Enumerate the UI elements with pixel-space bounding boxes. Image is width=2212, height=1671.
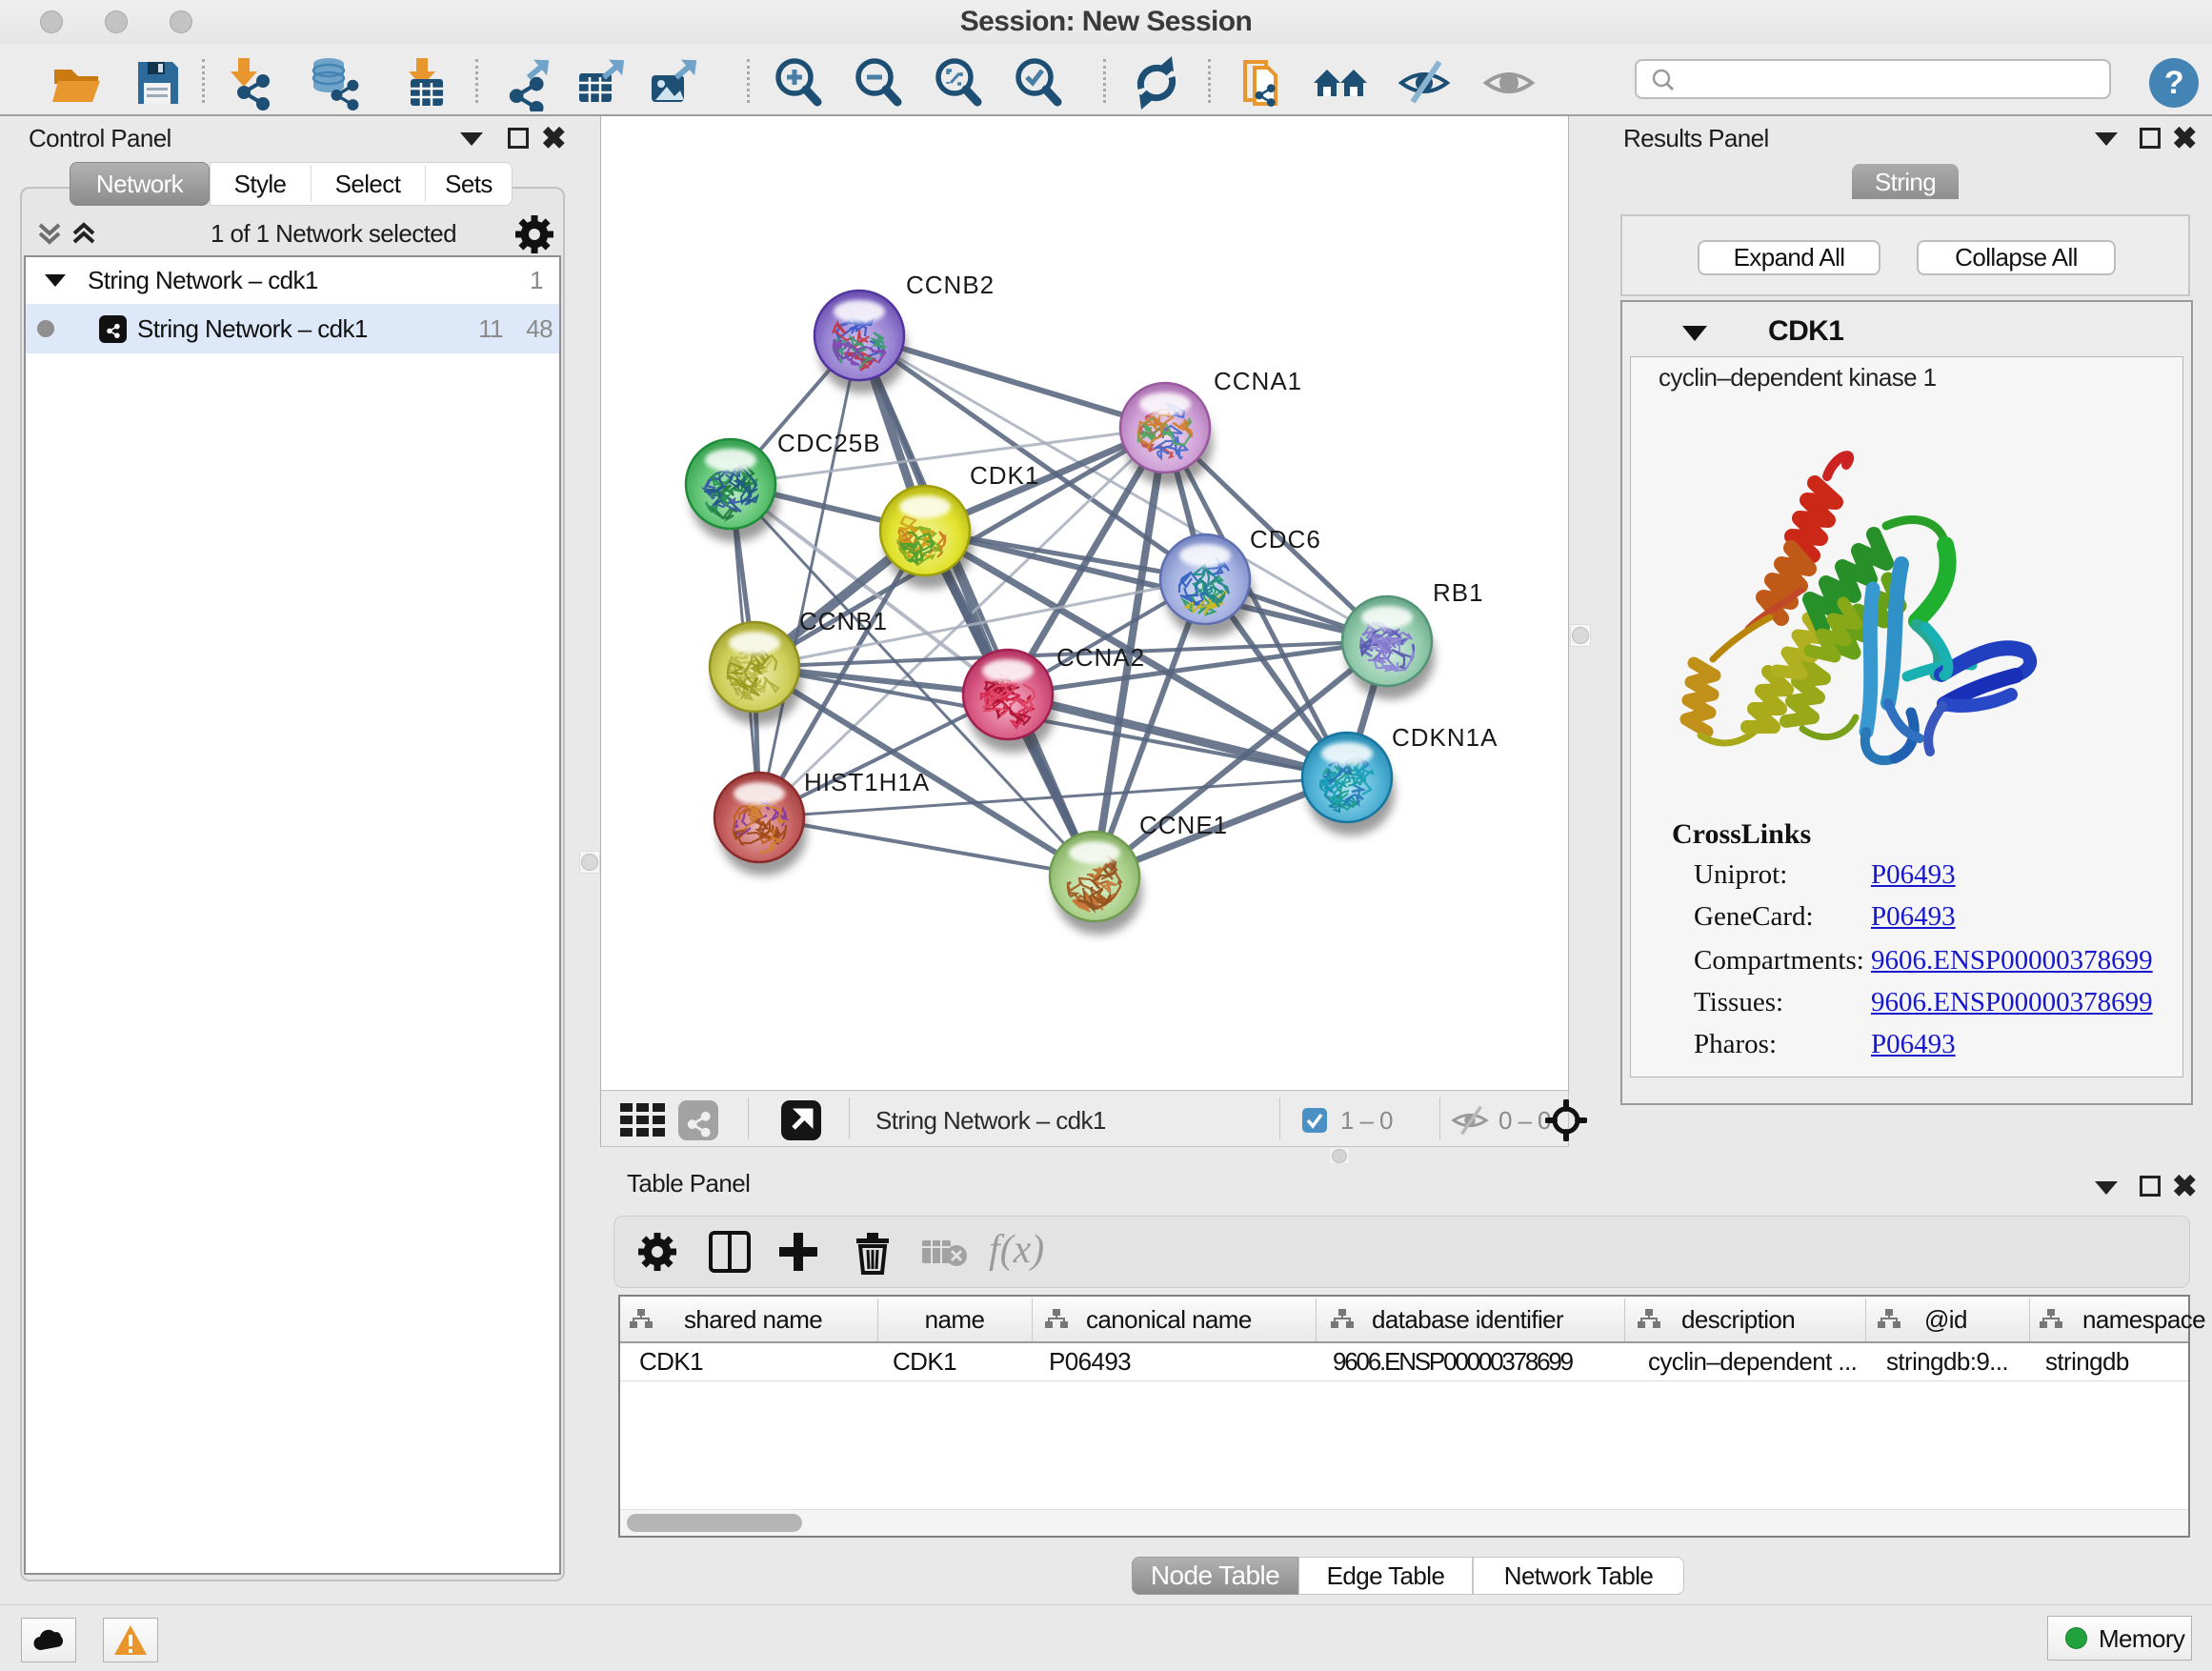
svg-text:CCNA1: CCNA1 [1214, 367, 1302, 395]
svg-text:RB1: RB1 [1433, 578, 1484, 607]
svg-text:HIST1H1A: HIST1H1A [804, 768, 930, 796]
svg-text:CCNB2: CCNB2 [906, 271, 995, 299]
svg-text:CCNA2: CCNA2 [1056, 643, 1145, 672]
svg-text:CCNB1: CCNB1 [799, 607, 888, 635]
svg-text:CCNE1: CCNE1 [1139, 811, 1228, 839]
svg-text:CDC25B: CDC25B [777, 429, 881, 457]
svg-text:CDC6: CDC6 [1250, 525, 1321, 554]
svg-text:CDKN1A: CDKN1A [1392, 723, 1498, 752]
svg-text:CDK1: CDK1 [970, 461, 1039, 490]
